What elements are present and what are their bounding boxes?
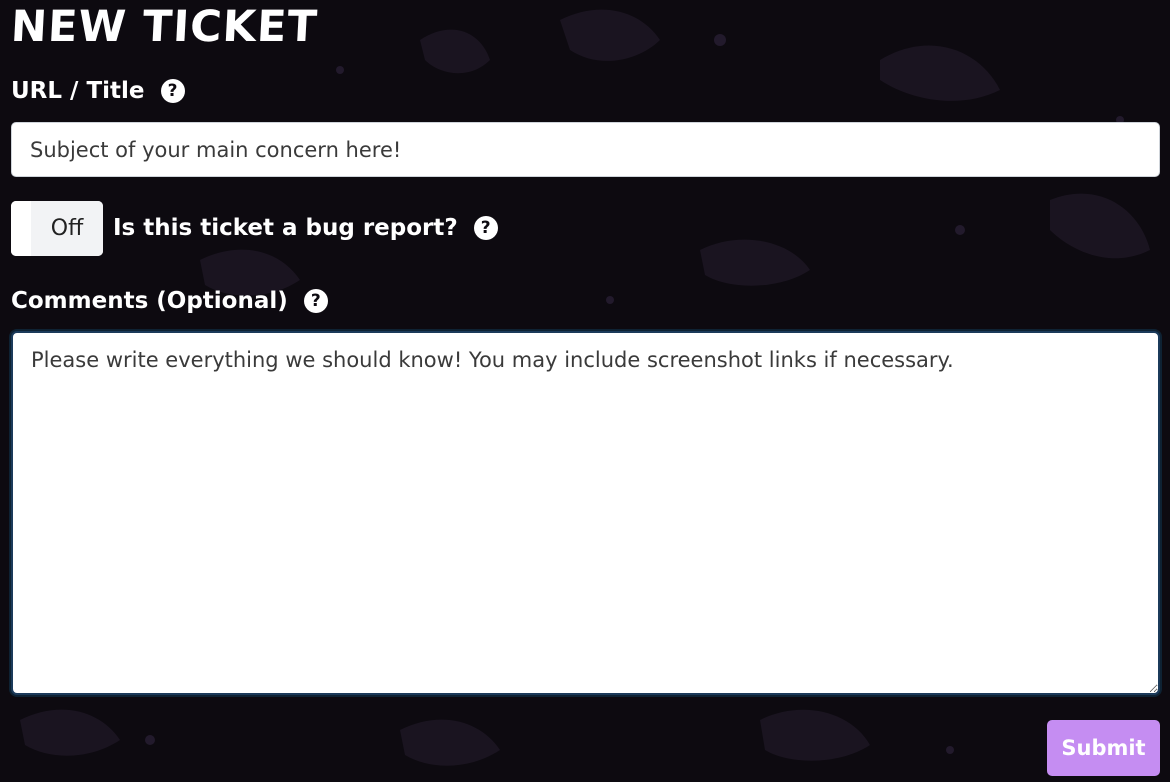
help-icon[interactable]: ? bbox=[473, 216, 498, 240]
comments-field-label: Comments (Optional) bbox=[11, 288, 288, 314]
help-icon[interactable]: ? bbox=[160, 79, 185, 103]
page-title: NEW TICKET bbox=[9, 2, 319, 52]
title-field-label: URL / Title bbox=[11, 78, 145, 104]
title-input[interactable] bbox=[11, 122, 1160, 177]
bug-report-question-row: Is this ticket a bug report? ? bbox=[113, 214, 498, 242]
bug-report-question: Is this ticket a bug report? bbox=[113, 215, 458, 241]
new-ticket-form: NEW TICKET URL / Title ? Off Is this tic… bbox=[0, 0, 1170, 782]
bug-report-toggle[interactable]: Off bbox=[11, 201, 103, 256]
title-field-label-row: URL / Title ? bbox=[11, 77, 185, 105]
comments-textarea[interactable] bbox=[11, 331, 1160, 695]
toggle-state-label: Off bbox=[31, 201, 103, 256]
comments-field-label-row: Comments (Optional) ? bbox=[11, 287, 328, 315]
submit-button[interactable]: Submit bbox=[1047, 720, 1160, 776]
toggle-knob bbox=[11, 201, 31, 256]
help-icon[interactable]: ? bbox=[303, 289, 328, 313]
